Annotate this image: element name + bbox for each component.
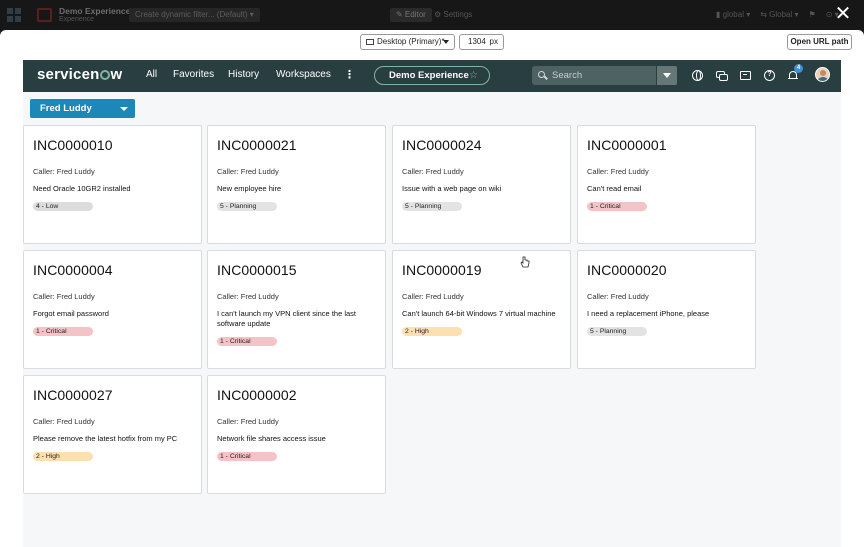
priority-badge: 2 - High <box>402 327 462 336</box>
nav-history[interactable]: History <box>228 69 259 80</box>
contact-card-icon[interactable] <box>740 71 751 80</box>
incident-number: INC0000027 <box>33 387 113 403</box>
settings-tab[interactable]: ⚙ Settings <box>434 8 472 22</box>
incident-card[interactable]: INC0000027 Caller: Fred Luddy Please rem… <box>23 375 202 494</box>
chevron-down-icon <box>443 40 449 44</box>
app-grid-icon[interactable] <box>7 8 21 22</box>
editor-top-bar: Demo Experience Experience Create dynami… <box>0 0 864 30</box>
editor-right-controls: ▮ global ▾ ⇆ Global ▾ ⚑ ⊙ ▾ <box>716 8 839 22</box>
language-selector[interactable]: ⇆ Global ▾ <box>760 8 798 22</box>
search-placeholder: Search <box>552 70 583 81</box>
priority-badge: 5 - Planning <box>217 202 277 211</box>
preview-frame: servicen w All Favorites History Workspac… <box>23 60 841 547</box>
search-icon <box>538 71 545 78</box>
open-url-path-button[interactable]: Open URL path <box>787 34 852 50</box>
priority-badge: 2 - High <box>33 452 93 461</box>
width-input[interactable]: 1304 px <box>459 34 504 50</box>
app-subtitle: Experience <box>59 16 95 23</box>
incident-description: Need Oracle 10GR2 installed <box>33 184 131 193</box>
star-icon[interactable]: ☆ <box>469 67 478 84</box>
pointer-cursor-icon <box>520 256 530 268</box>
search-scope-dropdown[interactable] <box>656 66 677 85</box>
incident-number: INC0000024 <box>402 137 482 153</box>
notification-badge: 4 <box>794 64 803 73</box>
incident-caller: Caller: Fred Luddy <box>217 417 279 426</box>
nav-workspaces[interactable]: Workspaces <box>276 69 331 80</box>
incident-number: INC0000001 <box>587 137 667 153</box>
incident-caller: Caller: Fred Luddy <box>402 292 464 301</box>
monitor-icon <box>366 39 374 45</box>
incident-number: INC0000010 <box>33 137 113 153</box>
preview-modal: Desktop (Primary)* 1304 px Open URL path… <box>0 30 864 547</box>
servicenow-logo[interactable]: servicen w <box>37 66 122 83</box>
incident-card[interactable]: INC0000002 Caller: Fred Luddy Network fi… <box>207 375 386 494</box>
incident-caller: Caller: Fred Luddy <box>33 167 95 176</box>
incident-card[interactable]: INC0000004 Caller: Fred Luddy Forgot ema… <box>23 250 202 369</box>
width-unit: px <box>489 37 498 46</box>
incident-description: I need a replacement iPhone, please <box>587 309 710 318</box>
incident-caller: Caller: Fred Luddy <box>33 292 95 301</box>
priority-badge: 1 - Critical <box>33 327 93 336</box>
nav-favorites[interactable]: Favorites <box>173 69 214 80</box>
priority-badge: 1 - Critical <box>217 337 277 346</box>
app-icon <box>37 8 52 22</box>
incident-description: Can't launch 64-bit Windows 7 virtual ma… <box>402 309 556 318</box>
experience-pill-label: Demo Experience <box>389 70 469 81</box>
incident-description: New employee hire <box>217 184 282 193</box>
nav-all[interactable]: All <box>146 69 157 80</box>
incident-description: Can't read email <box>587 184 642 193</box>
device-select[interactable]: Desktop (Primary)* <box>360 34 455 50</box>
chat-icon[interactable] <box>716 70 728 81</box>
avatar[interactable] <box>815 67 830 82</box>
incident-number: INC0000020 <box>587 262 667 278</box>
globe-icon[interactable] <box>692 70 703 81</box>
preview-toolbar: Desktop (Primary)* 1304 px Open URL path <box>0 30 864 54</box>
incident-card[interactable]: INC0000019 Caller: Fred Luddy Can't laun… <box>392 250 571 369</box>
editor-tab[interactable]: ✎ Editor <box>390 8 432 22</box>
priority-badge: 1 - Critical <box>217 452 277 461</box>
incident-card[interactable]: INC0000015 Caller: Fred Luddy I can't la… <box>207 250 386 369</box>
incident-card[interactable]: INC0000020 Caller: Fred Luddy I need a r… <box>577 250 756 369</box>
priority-badge: 5 - Planning <box>587 327 647 336</box>
priority-badge: 4 - Low <box>33 202 93 211</box>
incident-number: INC0000015 <box>217 262 297 278</box>
priority-badge: 5 - Planning <box>402 202 462 211</box>
app-name: Demo Experience <box>59 6 131 16</box>
incident-card[interactable]: INC0000010 Caller: Fred Luddy Need Oracl… <box>23 125 202 244</box>
scope-selector[interactable]: ▮ global ▾ <box>716 8 750 22</box>
incident-caller: Caller: Fred Luddy <box>33 417 95 426</box>
experience-pill[interactable]: Demo Experience ☆ <box>374 66 490 85</box>
flag-icon[interactable]: ⚑ <box>809 8 816 22</box>
device-select-label: Desktop (Primary)* <box>377 37 445 46</box>
incident-description: I can't launch my VPN client since the l… <box>217 309 356 328</box>
filter-selector[interactable]: Create dynamic filter... (Default) ▾ <box>129 8 260 22</box>
help-icon[interactable]: ? <box>764 70 775 81</box>
incident-number: INC0000019 <box>402 262 482 278</box>
width-value: 1304 <box>468 37 486 46</box>
incident-number: INC0000002 <box>217 387 297 403</box>
incident-number: INC0000004 <box>33 262 113 278</box>
incident-caller: Caller: Fred Luddy <box>587 167 649 176</box>
incident-description: Issue with a web page on wiki <box>402 184 502 193</box>
priority-badge: 1 - Critical <box>587 202 647 211</box>
incident-description: Forgot email password <box>33 309 109 318</box>
incident-number: INC0000021 <box>217 137 297 153</box>
incident-card[interactable]: INC0000024 Caller: Fred Luddy Issue with… <box>392 125 571 244</box>
close-preview-button[interactable]: ✕ <box>834 4 852 24</box>
more-menu-icon[interactable]: ⋮ <box>344 68 355 81</box>
incident-description: Please remove the latest hotfix from my … <box>33 434 178 443</box>
incident-caller: Caller: Fred Luddy <box>217 292 279 301</box>
user-filter-dropdown[interactable]: Fred Luddy <box>30 99 135 118</box>
incident-description: Network file shares access issue <box>217 434 326 443</box>
incident-caller: Caller: Fred Luddy <box>402 167 464 176</box>
incident-caller: Caller: Fred Luddy <box>217 167 279 176</box>
incident-card[interactable]: INC0000021 Caller: Fred Luddy New employ… <box>207 125 386 244</box>
incident-card[interactable]: INC0000001 Caller: Fred Luddy Can't read… <box>577 125 756 244</box>
servicenow-nav: servicen w All Favorites History Workspac… <box>23 60 841 92</box>
incident-caller: Caller: Fred Luddy <box>587 292 649 301</box>
